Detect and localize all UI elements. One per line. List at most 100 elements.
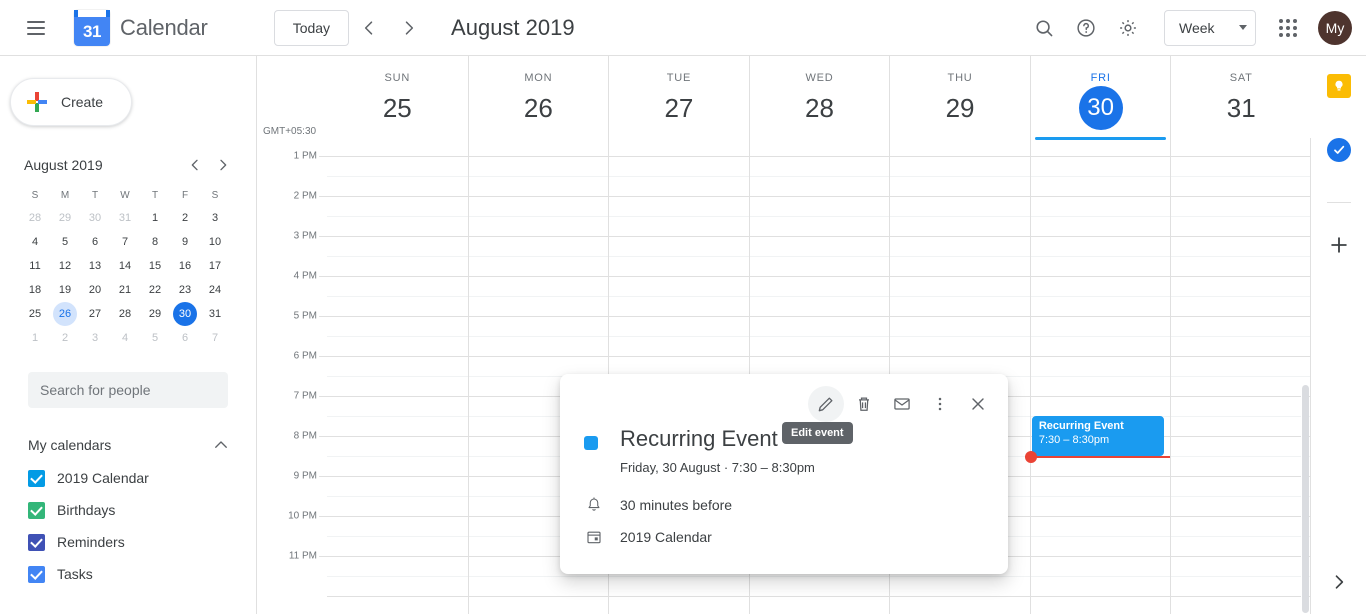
my-calendar-checkbox[interactable] [28,501,45,519]
my-calendar-item[interactable]: Tasks [28,558,256,590]
my-calendar-checkbox[interactable] [28,565,45,583]
calendar-brand[interactable]: 31 Calendar [74,9,208,46]
mini-calendar-day[interactable]: 17 [200,254,230,278]
day-header-column-thu[interactable]: THU 29 [889,56,1030,138]
create-button[interactable]: Create [10,78,132,126]
mini-calendar-day[interactable]: 3 [200,206,230,230]
google-keep-icon[interactable] [1326,74,1351,98]
mini-calendar-day[interactable]: 7 [200,326,230,350]
mini-calendar-day[interactable]: 20 [80,278,110,302]
mini-calendar-day[interactable]: 6 [80,230,110,254]
mini-calendar-day[interactable]: 18 [20,278,50,302]
mini-calendar-day[interactable]: 5 [50,230,80,254]
my-calendars-header[interactable]: My calendars [28,432,234,458]
more-options-button[interactable] [922,386,958,422]
mini-calendar-day[interactable]: 3 [80,326,110,350]
my-calendar-label: Reminders [57,534,125,550]
mini-calendar-day[interactable]: 5 [140,326,170,350]
today-button[interactable]: Today [273,9,350,46]
my-calendar-item[interactable]: 2019 Calendar [28,462,256,494]
day-header-column-sat[interactable]: SAT 31 [1170,56,1311,138]
mini-calendar-day[interactable]: 21 [110,278,140,302]
prev-period-button[interactable] [349,8,389,48]
mini-calendar-day[interactable]: 29 [50,206,80,230]
day-header-date[interactable]: 30 [1078,86,1123,130]
help-button[interactable] [1066,8,1106,48]
mini-calendar-day[interactable]: 31 [200,302,230,326]
mini-calendar-day[interactable]: 14 [110,254,140,278]
mini-calendar-day[interactable]: 28 [110,302,140,326]
day-header-column-sun[interactable]: SUN 25 [327,56,468,138]
calendar-scrollbar[interactable] [1301,380,1309,614]
today-column-underline [1034,137,1167,140]
day-header-column-mon[interactable]: MON 26 [467,56,609,138]
day-header-date[interactable]: 31 [1219,86,1263,130]
mini-next-month-button[interactable] [210,152,236,178]
calendar-event[interactable]: Recurring Event 7:30 – 8:30pm [1031,416,1165,456]
google-tasks-icon[interactable] [1326,138,1351,162]
mini-calendar-day[interactable]: 30 [170,302,200,326]
day-header-date[interactable]: 27 [657,86,701,130]
mini-calendar-day[interactable]: 9 [170,230,200,254]
mini-calendar-day[interactable]: 2 [50,326,80,350]
mini-calendar-day[interactable]: 7 [110,230,140,254]
mini-calendar-day[interactable]: 4 [110,326,140,350]
mini-calendar-day[interactable]: 6 [170,326,200,350]
mini-calendar-grid[interactable]: S M T W T F S 28 29 30 31 1 2 3 4 5 6 7 8 9 10 11 12 13 14 15 16 17… [20,184,256,350]
mini-calendar-day[interactable]: 16 [170,254,200,278]
mini-calendar-day[interactable]: 1 [20,326,50,350]
day-header-column-tue[interactable]: TUE 27 [608,56,749,138]
time-axis-tick [319,276,327,277]
mini-calendar-day[interactable]: 22 [140,278,170,302]
scrollbar-thumb[interactable] [1302,385,1309,613]
mini-calendar-day[interactable]: 28 [20,206,50,230]
my-calendars-collapse-button[interactable] [208,432,234,458]
edit-event-button[interactable] [808,386,844,422]
mini-calendar-day[interactable]: 24 [200,278,230,302]
search-for-people-input[interactable] [28,372,228,408]
hour-gridline [327,276,1311,277]
add-app-button[interactable] [1327,233,1351,257]
mini-calendar-day[interactable]: 30 [80,206,110,230]
settings-button[interactable] [1108,8,1148,48]
hamburger-menu-icon[interactable] [12,4,60,52]
mini-calendar-day[interactable]: 11 [20,254,50,278]
mini-calendar-day[interactable]: 15 [140,254,170,278]
day-header-date[interactable]: 25 [375,86,419,130]
close-popup-button[interactable] [960,386,996,422]
mini-calendar-day-label: 4 [121,332,129,344]
day-header-date[interactable]: 29 [938,86,982,130]
mini-calendar-day[interactable]: 29 [140,302,170,326]
mini-calendar-day[interactable]: 25 [20,302,50,326]
mini-calendar-day[interactable]: 19 [50,278,80,302]
mini-calendar-day[interactable]: 13 [80,254,110,278]
avatar[interactable]: My [1318,10,1352,45]
mini-calendar-day[interactable]: 27 [80,302,110,326]
next-period-button[interactable] [389,8,429,48]
mini-calendar-day[interactable]: 31 [110,206,140,230]
time-axis-tick [319,316,327,317]
my-calendar-checkbox[interactable] [28,533,45,551]
view-selector[interactable]: Week [1164,9,1256,46]
search-button[interactable] [1024,8,1064,48]
my-calendar-item[interactable]: Birthdays [28,494,256,526]
mini-calendar-day[interactable]: 1 [140,206,170,230]
mini-calendar-day[interactable]: 23 [170,278,200,302]
mini-calendar-day[interactable]: 8 [140,230,170,254]
email-guests-button[interactable] [884,386,920,422]
day-header-date[interactable]: 28 [797,86,841,130]
day-header-column-wed[interactable]: WED 28 [748,56,890,138]
mini-calendar-day[interactable]: 10 [200,230,230,254]
mini-calendar-day[interactable]: 4 [20,230,50,254]
my-calendar-checkbox[interactable] [28,469,45,487]
mini-calendar-day[interactable]: 12 [50,254,80,278]
delete-event-button[interactable] [846,386,882,422]
day-header-column-fri[interactable]: FRI 30 [1029,56,1171,140]
day-header-date[interactable]: 26 [516,86,560,130]
mini-calendar-day[interactable]: 26 [50,302,80,326]
mini-prev-month-button[interactable] [182,152,208,178]
google-apps-button[interactable] [1268,8,1308,48]
my-calendar-item[interactable]: Reminders [28,526,256,558]
expand-side-panel-button[interactable] [1321,564,1357,600]
mini-calendar-day[interactable]: 2 [170,206,200,230]
